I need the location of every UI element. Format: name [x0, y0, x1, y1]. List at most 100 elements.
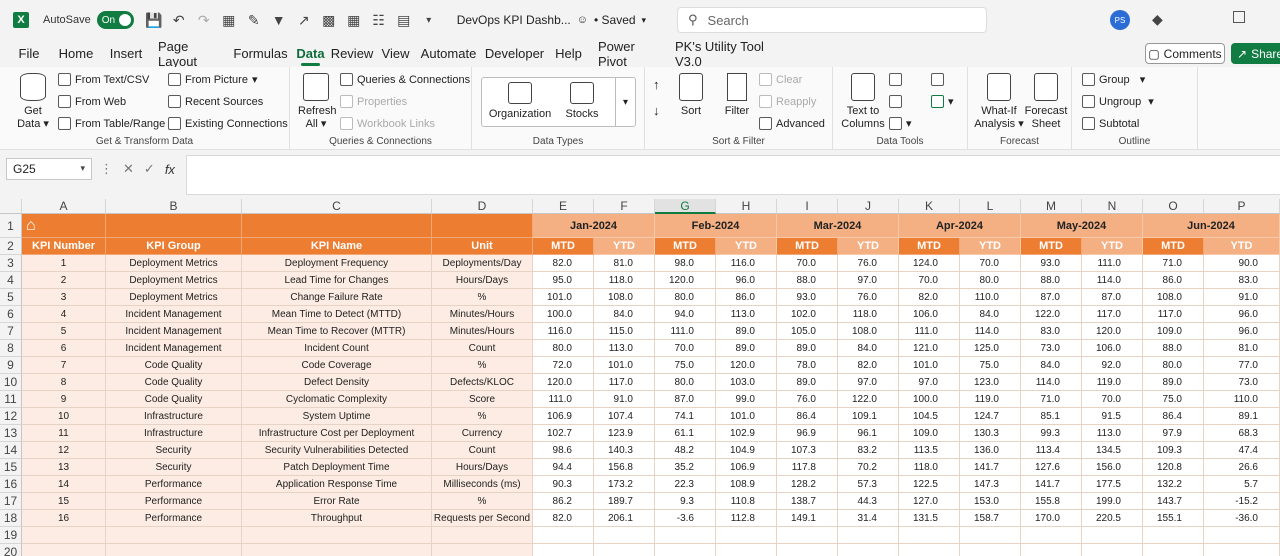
value-cell[interactable]: 75.0 — [655, 357, 716, 374]
clear-filter-button[interactable]: Clear — [759, 73, 802, 86]
value-cell[interactable]: 120.0 — [716, 357, 777, 374]
restore-window-icon[interactable] — [1233, 11, 1245, 23]
value-cell[interactable]: 96.1 — [838, 425, 899, 442]
value-cell[interactable]: 114.0 — [1082, 272, 1143, 289]
unit-cell[interactable]: Defects/KLOC — [432, 374, 533, 391]
more-options-icon[interactable]: ⋮ — [100, 161, 113, 177]
kpi-group-cell[interactable]: Infrastructure — [106, 408, 242, 425]
column-header-k[interactable]: K — [899, 199, 960, 214]
formula-input[interactable] — [186, 155, 1280, 195]
value-cell[interactable]: 102.0 — [777, 306, 838, 323]
value-cell[interactable]: 31.4 — [838, 510, 899, 527]
value-cell[interactable]: 113.0 — [716, 306, 777, 323]
value-cell[interactable]: 71.0 — [1143, 255, 1204, 272]
column-title[interactable]: KPI Number — [22, 238, 106, 255]
empty-cell[interactable] — [838, 527, 899, 544]
value-cell[interactable]: 89.0 — [777, 340, 838, 357]
value-cell[interactable]: 48.2 — [655, 442, 716, 459]
value-cell[interactable]: 68.3 — [1204, 425, 1280, 442]
kpi-group-cell[interactable]: Infrastructure — [106, 425, 242, 442]
from-text-csv-button[interactable]: From Text/CSV — [58, 73, 149, 86]
value-cell[interactable]: 206.1 — [594, 510, 655, 527]
kpi-name-cell[interactable]: Code Coverage — [242, 357, 432, 374]
value-cell[interactable]: 106.0 — [1082, 340, 1143, 357]
value-cell[interactable]: 122.5 — [899, 476, 960, 493]
value-cell[interactable]: 100.0 — [533, 306, 594, 323]
ytd-header[interactable]: YTD — [716, 238, 777, 255]
kpi-name-cell[interactable]: Application Response Time — [242, 476, 432, 493]
value-cell[interactable]: 141.7 — [960, 459, 1021, 476]
value-cell[interactable]: -3.6 — [655, 510, 716, 527]
comments-button[interactable]: ▢ Comments — [1145, 43, 1225, 64]
consolidate-button[interactable] — [931, 73, 944, 86]
unit-cell[interactable]: % — [432, 357, 533, 374]
workbook-links-button[interactable]: Workbook Links — [340, 117, 435, 130]
tab-help[interactable]: Help — [548, 40, 589, 67]
value-cell[interactable]: 120.0 — [533, 374, 594, 391]
enter-icon[interactable]: ✓ — [144, 161, 155, 177]
value-cell[interactable]: 132.2 — [1143, 476, 1204, 493]
value-cell[interactable]: 177.5 — [1082, 476, 1143, 493]
value-cell[interactable]: 116.0 — [716, 255, 777, 272]
value-cell[interactable]: 70.0 — [899, 272, 960, 289]
value-cell[interactable]: 138.7 — [777, 493, 838, 510]
value-cell[interactable]: 109.1 — [838, 408, 899, 425]
value-cell[interactable]: 136.0 — [960, 442, 1021, 459]
value-cell[interactable]: 141.7 — [1021, 476, 1082, 493]
kpi-number-cell[interactable]: 9 — [22, 391, 106, 408]
mtd-header[interactable]: MTD — [655, 238, 716, 255]
save-icon[interactable]: 💾 — [145, 12, 162, 28]
relationships-button[interactable]: ▾ — [931, 95, 954, 108]
column-header-n[interactable]: N — [1082, 199, 1143, 214]
customize-qat-icon[interactable]: ▾ — [421, 12, 437, 28]
value-cell[interactable]: 80.0 — [533, 340, 594, 357]
value-cell[interactable]: 83.2 — [838, 442, 899, 459]
kpi-group-cell[interactable]: Security — [106, 459, 242, 476]
unit-cell[interactable]: % — [432, 408, 533, 425]
value-cell[interactable]: 95.0 — [533, 272, 594, 289]
text-to-columns-button[interactable]: Text to Columns — [839, 73, 887, 131]
empty-cell[interactable] — [594, 527, 655, 544]
value-cell[interactable]: 118.0 — [838, 306, 899, 323]
column-title[interactable]: KPI Group — [106, 238, 242, 255]
empty-cell[interactable] — [242, 544, 432, 556]
value-cell[interactable]: 80.0 — [655, 374, 716, 391]
avatar[interactable]: PS — [1110, 10, 1130, 30]
kpi-group-cell[interactable]: Incident Management — [106, 323, 242, 340]
empty-cell[interactable] — [899, 544, 960, 556]
value-cell[interactable]: 89.0 — [1143, 374, 1204, 391]
value-cell[interactable]: 87.0 — [1082, 289, 1143, 306]
insert-function-icon[interactable]: fx — [165, 162, 175, 177]
value-cell[interactable]: 119.0 — [960, 391, 1021, 408]
value-cell[interactable]: 80.0 — [960, 272, 1021, 289]
empty-cell[interactable] — [716, 527, 777, 544]
empty-cell[interactable] — [1021, 544, 1082, 556]
kpi-number-cell[interactable]: 3 — [22, 289, 106, 306]
organization-data-type[interactable]: Organization — [486, 82, 554, 121]
undo-icon[interactable]: ↶ — [171, 12, 187, 28]
home-icon[interactable]: ⌂ — [26, 217, 36, 235]
ytd-header[interactable]: YTD — [960, 238, 1021, 255]
empty-cell[interactable] — [106, 544, 242, 556]
empty-cell[interactable] — [1021, 527, 1082, 544]
kpi-number-cell[interactable]: 14 — [22, 476, 106, 493]
value-cell[interactable]: 90.3 — [533, 476, 594, 493]
value-cell[interactable]: 91.5 — [1082, 408, 1143, 425]
group-button[interactable]: Group ▾ — [1082, 73, 1145, 86]
unit-cell[interactable]: Milliseconds (ms) — [432, 476, 533, 493]
value-cell[interactable]: 76.0 — [838, 255, 899, 272]
value-cell[interactable]: 108.9 — [716, 476, 777, 493]
ytd-header[interactable]: YTD — [838, 238, 899, 255]
value-cell[interactable]: 117.0 — [1143, 306, 1204, 323]
value-cell[interactable]: 114.0 — [960, 323, 1021, 340]
home-cell[interactable]: ⌂ — [22, 214, 106, 238]
value-cell[interactable]: 102.7 — [533, 425, 594, 442]
value-cell[interactable]: 108.0 — [594, 289, 655, 306]
unit-cell[interactable]: Hours/Days — [432, 272, 533, 289]
unit-cell[interactable]: Count — [432, 340, 533, 357]
empty-cell[interactable] — [655, 544, 716, 556]
value-cell[interactable]: 110.0 — [960, 289, 1021, 306]
value-cell[interactable]: 76.0 — [777, 391, 838, 408]
kpi-name-cell[interactable]: System Uptime — [242, 408, 432, 425]
tab-home[interactable]: Home — [49, 40, 103, 67]
